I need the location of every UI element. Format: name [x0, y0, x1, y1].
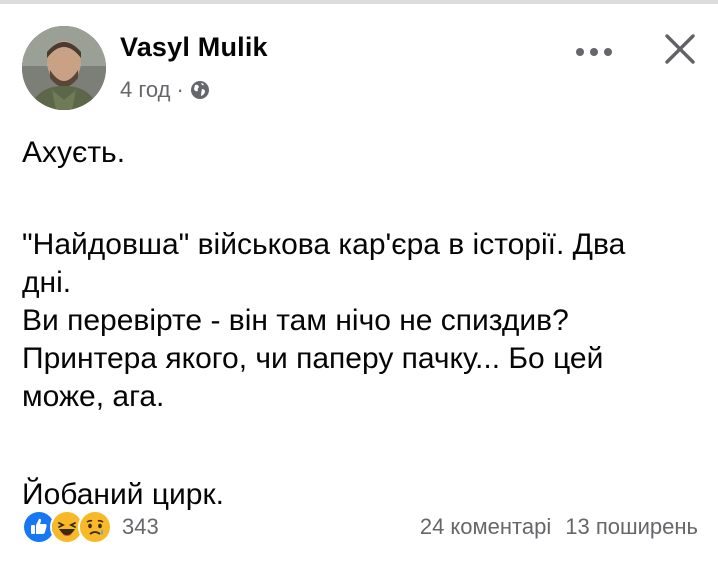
meta-separator: · [176, 77, 184, 102]
author-name[interactable]: Vasyl Mulik [120, 32, 268, 63]
reactions-summary[interactable]: 343 [22, 508, 159, 546]
post-line: Ахуєть. [22, 136, 126, 169]
avatar[interactable] [22, 26, 106, 110]
more-options-button[interactable] [569, 32, 619, 72]
shares-count-link[interactable]: 13 поширень [565, 514, 698, 540]
top-divider [0, 0, 718, 4]
post-stats: 24 коментарі 13 поширень [420, 508, 698, 546]
sad-reaction-icon [78, 510, 112, 544]
post-header: Vasyl Mulik 4 год · [22, 26, 702, 110]
post-line: "Найдовша" військова кар'єра в історії. … [22, 228, 626, 261]
post-meta: 4 год · [120, 76, 210, 104]
more-horizontal-icon [576, 48, 612, 56]
post-timestamp[interactable]: 4 год [120, 77, 170, 103]
post-footer: 343 24 коментарі 13 поширень [22, 508, 698, 546]
globe-icon[interactable] [190, 80, 210, 100]
post-line: Ви перевірте - він там нічо не спиздив? [22, 304, 569, 337]
reaction-count: 343 [122, 514, 159, 539]
comments-count-link[interactable]: 24 коментарі [420, 514, 551, 540]
post-line: дні. [22, 266, 72, 299]
avatar-photo [22, 26, 106, 110]
post-line: Принтера якого, чи паперу пачку... Бо це… [22, 342, 604, 375]
close-button[interactable] [657, 26, 703, 72]
close-icon [665, 34, 695, 64]
post-line: може, ага. [22, 380, 165, 413]
post-body: Ахуєть. "Найдовша" військова кар'єра в і… [22, 134, 692, 514]
